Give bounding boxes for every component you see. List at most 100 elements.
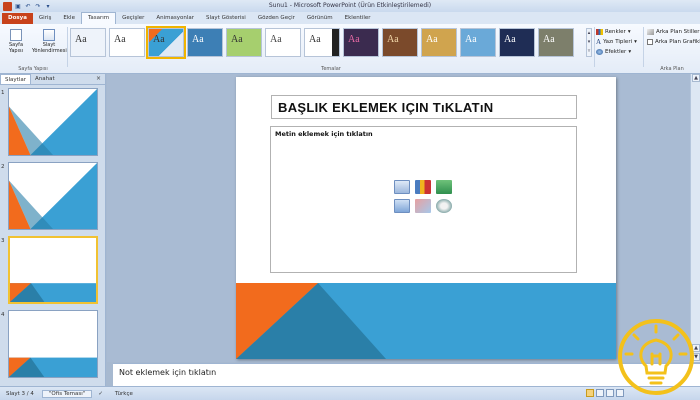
slide-thumbnail[interactable] bbox=[8, 310, 98, 378]
background-styles-label: Arka Plan Stilleri bbox=[656, 29, 700, 35]
ribbon-tab-bar: Dosya Giriş Ekle Tasarım Geçişler Animas… bbox=[0, 12, 700, 24]
ribbon-separator bbox=[594, 27, 595, 67]
slide-thumbnail[interactable] bbox=[8, 236, 98, 304]
theme-sample-text: Aa bbox=[153, 34, 165, 45]
notes-pane[interactable]: Not eklemek için tıklatın bbox=[113, 363, 700, 386]
slide-thumbnail-number: 3 bbox=[1, 238, 5, 244]
work-area: Slaytlar Anahat × 1 2 3 4 BAŞLIK EKLEMEK IÇ… bbox=[0, 74, 700, 386]
background-group: Arka Plan Stilleri Arka Plan Grafikl Ark… bbox=[644, 26, 700, 72]
customize-qat-icon[interactable]: ▾ bbox=[44, 2, 52, 10]
themes-group-label: Temalar bbox=[321, 66, 341, 72]
page-setup-label: Sayfa Yapısı bbox=[8, 42, 24, 54]
theme-option[interactable]: Aa bbox=[304, 28, 340, 57]
theme-option[interactable]: Aa bbox=[421, 28, 457, 57]
powerpoint-app-icon[interactable] bbox=[3, 1, 12, 11]
theme-option[interactable]: Aa bbox=[460, 28, 496, 57]
insert-table-icon[interactable] bbox=[394, 180, 410, 194]
insert-chart-icon[interactable] bbox=[415, 180, 431, 194]
colors-label: Renkler bbox=[605, 29, 626, 35]
tab-insert[interactable]: Ekle bbox=[57, 13, 81, 24]
tab-slide-show[interactable]: Slayt Gösterisi bbox=[200, 13, 252, 24]
content-placeholder[interactable]: Metin eklemek için tıklatın bbox=[270, 126, 577, 273]
theme-name[interactable]: "Ofis Teması" bbox=[41, 389, 93, 398]
page-setup-button[interactable]: Sayfa Yapısı bbox=[2, 29, 30, 54]
fonts-icon: A bbox=[596, 38, 602, 46]
slide-orientation-button[interactable]: Slayt Yönlendirmesi bbox=[32, 29, 67, 54]
hide-background-graphics-checkbox[interactable]: Arka Plan Grafikl bbox=[647, 37, 700, 47]
theme-option[interactable]: Aa bbox=[538, 28, 574, 57]
theme-option[interactable]: Aa bbox=[226, 28, 262, 57]
thumbnail-pane-tabs: Slaytlar Anahat × bbox=[0, 74, 105, 85]
insert-smartart-icon[interactable] bbox=[436, 180, 452, 194]
current-slide[interactable]: BAŞLIK EKLEMEK IÇIN TıKLATıN Metin eklem… bbox=[236, 77, 616, 359]
insert-picture-icon[interactable] bbox=[394, 199, 410, 213]
logo-bulb bbox=[639, 338, 673, 385]
page-setup-icon bbox=[10, 29, 22, 41]
status-bar: Slayt 3 / 4 "Ofis Teması" ✓ Türkçe bbox=[0, 386, 700, 400]
tab-review[interactable]: Gözden Geçir bbox=[252, 13, 301, 24]
spell-check-icon[interactable]: ✓ bbox=[92, 391, 109, 397]
theme-sample-text: Aa bbox=[231, 34, 243, 45]
theme-option[interactable]: Aa bbox=[146, 26, 186, 59]
insert-clip-art-icon[interactable] bbox=[415, 199, 431, 213]
slide-thumbnail-pane: Slaytlar Anahat × 1 2 3 4 bbox=[0, 74, 106, 386]
slide-thumbnail-graphic bbox=[9, 89, 97, 155]
tab-slides[interactable]: Slaytlar bbox=[0, 74, 31, 84]
slide-editing-area: BAŞLIK EKLEMEK IÇIN TıKLATıN Metin eklem… bbox=[107, 74, 700, 362]
tab-outline[interactable]: Anahat bbox=[31, 74, 59, 84]
lightbulb-logo bbox=[618, 319, 694, 395]
checkbox-icon bbox=[647, 39, 653, 45]
tab-view[interactable]: Görünüm bbox=[301, 13, 339, 24]
slide-thumbnail-number: 2 bbox=[1, 164, 5, 170]
slide-thumbnail-row: 2 bbox=[0, 162, 104, 232]
tab-file[interactable]: Dosya bbox=[2, 13, 33, 24]
redo-icon[interactable]: ↷ bbox=[34, 2, 42, 10]
theme-option[interactable]: Aa bbox=[70, 28, 106, 57]
content-placeholder-text: Metin eklemek için tıklatın bbox=[275, 130, 373, 138]
quick-access-toolbar: ▣ ↶ ↷ ▾ bbox=[0, 1, 52, 11]
tab-add-ins[interactable]: Eklentiler bbox=[339, 13, 377, 24]
tab-home[interactable]: Giriş bbox=[33, 13, 57, 24]
theme-option[interactable]: Aa bbox=[382, 28, 418, 57]
colors-icon bbox=[596, 29, 603, 35]
normal-view-icon[interactable] bbox=[586, 389, 594, 397]
background-options: Arka Plan Stilleri Arka Plan Grafikl bbox=[647, 27, 700, 47]
theme-option[interactable]: Aa bbox=[187, 28, 223, 57]
effects-button[interactable]: Efektler ▾ bbox=[596, 47, 637, 57]
theme-option[interactable]: Aa bbox=[109, 28, 145, 57]
theme-option[interactable]: Aa bbox=[499, 28, 535, 57]
page-setup-group: Sayfa Yapısı Slayt Yönlendirmesi Sayfa Y… bbox=[0, 26, 67, 72]
effects-icon bbox=[596, 49, 603, 55]
theme-options-list: Renkler ▾ A Yazı Tipleri ▾ Efektler ▾ bbox=[596, 27, 637, 57]
fonts-button[interactable]: A Yazı Tipleri ▾ bbox=[596, 37, 637, 47]
tab-animations[interactable]: Animasyonlar bbox=[150, 13, 200, 24]
slide-indicator: Slayt 3 / 4 bbox=[6, 390, 34, 397]
save-icon[interactable]: ▣ bbox=[14, 2, 22, 10]
background-group-label: Arka Plan bbox=[660, 66, 684, 72]
fonts-label: Yazı Tipleri bbox=[603, 39, 633, 45]
theme-sample-text: Aa bbox=[270, 34, 282, 45]
theme-sample-text: Aa bbox=[504, 34, 516, 45]
slide-thumbnail-row: 1 bbox=[0, 88, 104, 158]
dropdown-arrow-icon: ▾ bbox=[634, 39, 637, 45]
background-styles-button[interactable]: Arka Plan Stilleri bbox=[647, 27, 700, 37]
scroll-up-icon[interactable]: ▲ bbox=[692, 74, 700, 82]
colors-button[interactable]: Renkler ▾ bbox=[596, 27, 637, 37]
tab-transitions[interactable]: Geçişler bbox=[116, 13, 150, 24]
insert-media-icon[interactable] bbox=[436, 199, 452, 213]
close-icon[interactable]: × bbox=[96, 74, 101, 84]
theme-sample-text: Aa bbox=[192, 34, 204, 45]
theme-gallery-scroll[interactable]: ▴ ▾ ▿ bbox=[586, 28, 592, 57]
undo-icon[interactable]: ↶ bbox=[24, 2, 32, 10]
slide-thumbnail[interactable] bbox=[8, 88, 98, 156]
reading-view-icon[interactable] bbox=[606, 389, 614, 397]
theme-option[interactable]: Aa bbox=[343, 28, 379, 57]
slide-thumbnail[interactable] bbox=[8, 162, 98, 230]
theme-option[interactable]: Aa bbox=[265, 28, 301, 57]
theme-gallery: Aa Aa Aa Aa Aa Aa Aa Aa Aa Aa Aa Aa Aa bbox=[70, 26, 582, 59]
title-placeholder[interactable]: BAŞLIK EKLEMEK IÇIN TıKLATıN bbox=[271, 95, 577, 119]
theme-sample-text: Aa bbox=[543, 34, 555, 45]
tab-design[interactable]: Tasarım bbox=[80, 12, 117, 24]
slide-sorter-view-icon[interactable] bbox=[596, 389, 604, 397]
language-indicator[interactable]: Türkçe bbox=[109, 391, 139, 397]
